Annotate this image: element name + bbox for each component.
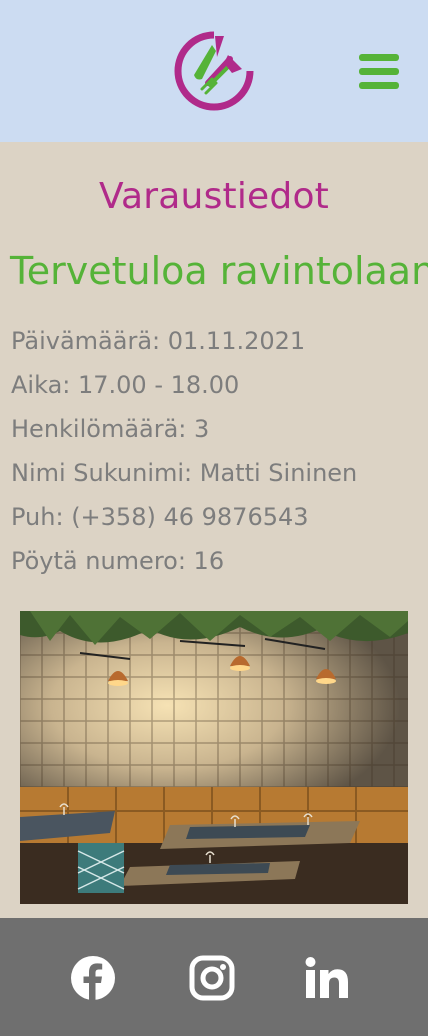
restaurant-logo[interactable] [172, 29, 256, 113]
instagram-icon[interactable] [188, 954, 236, 1002]
page-title: Varaustiedot [99, 176, 329, 217]
reservation-list: Päivämäärä: 01.11.2021 Aika: 17.00 - 18.… [11, 324, 421, 588]
site-footer [0, 918, 428, 1036]
reservation-people: Henkilömäärä: 3 [11, 415, 210, 443]
restaurant-interior-photo [20, 611, 408, 904]
linkedin-icon[interactable] [303, 954, 351, 1002]
menu-bar [359, 82, 399, 89]
menu-bar [359, 68, 399, 75]
reservation-details: Varaustiedot Tervetuloa ravintolaan Päiv… [0, 142, 428, 918]
facebook-icon[interactable] [69, 954, 117, 1002]
reservation-time: Aika: 17.00 - 18.00 [11, 371, 240, 399]
reservation-name: Nimi Sukunimi: Matti Sininen [11, 459, 358, 487]
reservation-date: Päivämäärä: 01.11.2021 [11, 327, 306, 355]
site-header [0, 0, 428, 142]
welcome-heading: Tervetuloa ravintolaan [10, 249, 428, 293]
photo-illustration [20, 611, 408, 904]
menu-bar [359, 54, 399, 61]
hamburger-menu-icon[interactable] [356, 52, 400, 90]
reservation-phone: Puh: (+358) 46 9876543 [11, 503, 309, 531]
reservation-table: Pöytä numero: 16 [11, 547, 225, 575]
